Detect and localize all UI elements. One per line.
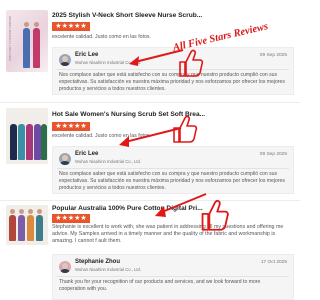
star-rating: ★★★★★ xyxy=(52,122,90,131)
star-rating: ★★★★★ xyxy=(52,22,90,31)
avatar xyxy=(59,261,71,273)
thumbs-up-icon xyxy=(173,115,198,143)
star-rating: ★★★★★ xyxy=(52,214,90,223)
divider xyxy=(57,168,289,169)
product-thumbnail[interactable] xyxy=(6,108,48,164)
thumbs-up-icon xyxy=(201,199,229,231)
reply-text: Nos complace saber que está satisfecho c… xyxy=(59,171,285,191)
thumbs-up-icon xyxy=(179,49,204,77)
review-comment: excelente calidad. Justo como en las fot… xyxy=(52,34,151,40)
product-thumbnail[interactable] xyxy=(6,205,48,245)
reply-date: 09 Sep 2025 xyxy=(259,53,287,58)
reply-text: Nos complace saber que está satisfecho c… xyxy=(59,72,285,92)
reply-company: Wuhan Niaahinn Industrial Co., Ltd. xyxy=(75,159,142,164)
supplier-reply: Stephanie Zhou Wuhan Niaahinn Industrial… xyxy=(52,254,294,300)
supplier-reply: Eric Lee Wuhan Niaahinn Industrial Co., … xyxy=(52,146,294,194)
reply-date: 09 Sep 2025 xyxy=(259,152,287,157)
reply-author: Stephanie Zhou xyxy=(75,259,120,265)
divider xyxy=(57,276,289,277)
reply-date: 17 Oct 2025 xyxy=(260,260,287,265)
avatar xyxy=(59,54,71,66)
reply-text: Thank you for your recognition of our pr… xyxy=(59,279,261,292)
divider xyxy=(57,69,289,70)
reply-author: Eric Lee xyxy=(75,151,99,157)
reply-author: Eric Lee xyxy=(75,52,99,58)
arrow-icon xyxy=(129,49,184,66)
reply-company: Wuhan Niaahinn Industrial Co., Ltd. xyxy=(75,267,142,272)
product-title[interactable]: 2025 Stylish V-Neck Short Sleeve Nurse S… xyxy=(52,12,207,19)
review-comment: Stephanie is excellent to work with, she… xyxy=(52,224,284,244)
avatar xyxy=(59,153,71,165)
product-thumbnail[interactable]: WOMEN MEDICAL UNIFORM xyxy=(6,10,48,72)
divider xyxy=(0,102,300,103)
